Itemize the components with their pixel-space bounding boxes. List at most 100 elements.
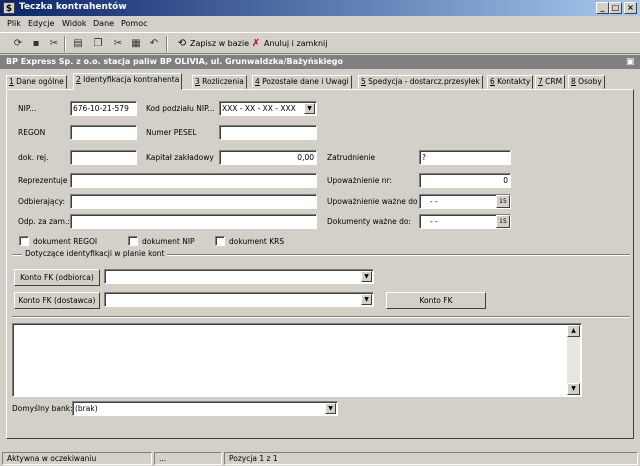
title-bar: $ Teczka kontrahentów _ □ ×	[0, 0, 640, 16]
odbierajacy-field[interactable]	[70, 194, 317, 209]
tab-crm[interactable]: 7 CRM	[535, 75, 566, 89]
status-position: Pozycja 1 z 1	[224, 452, 638, 465]
cut-icon[interactable]: ✂	[110, 36, 126, 51]
toolbar: ⟳ ▪ ✂ ▤ ❐ ✂ ▦ ↶ ⟲ Zapisz w bazie ✗ Anuluj …	[0, 32, 640, 54]
tab-label: Rozliczenia	[202, 77, 244, 86]
dokumenty-wazne-value: - -	[430, 217, 438, 226]
save-icon: ⟲	[177, 38, 187, 49]
status-state: Aktywna w oczekiwaniu	[2, 452, 152, 465]
default-bank-value: (brak)	[75, 404, 98, 413]
paste-icon[interactable]: ▦	[128, 36, 144, 51]
tab-identyfikacja-kontrahenta[interactable]: 2 Identyfikacja kontrahenta	[73, 73, 183, 90]
toolbar-separator	[64, 36, 66, 52]
tab-number: 7	[538, 77, 543, 86]
copy-icon[interactable]: ❐	[90, 36, 106, 51]
status-bar: Aktywna w oczekiwaniu ... Pozycja 1 z 1	[0, 450, 640, 466]
tab-number: 2	[76, 75, 81, 84]
tab-dane-ogolne[interactable]: 1 Dane ogólne	[6, 75, 67, 89]
chevron-down-icon[interactable]: ▼	[361, 271, 372, 282]
save-in-database-label: Zapisz w bazie	[190, 39, 250, 48]
konto-fk-odbiorca-button[interactable]: Konto FK (odbiorca)	[14, 269, 100, 286]
upowaznienie-wazne-value: - -	[430, 197, 438, 206]
cancel-and-close-button[interactable]: ✗ Anuluj i zamknij	[250, 36, 328, 52]
scroll-down-icon[interactable]: ▼	[567, 383, 580, 395]
konto-fk-dostawca-button[interactable]: Konto FK (dostawca)	[14, 292, 100, 309]
close-button[interactable]: ×	[624, 2, 637, 14]
reprezentuje-label: Reprezentuje	[18, 176, 68, 185]
menu-pomoc[interactable]: Pomoc	[121, 19, 148, 28]
tab-number: 1	[9, 77, 14, 86]
group-divider	[12, 316, 630, 318]
dokument-regon-checkbox[interactable]	[19, 236, 29, 246]
kod-podzialu-select[interactable]: XXX - XX - XX - XXX ▼	[219, 101, 317, 116]
regon-field[interactable]	[70, 125, 137, 140]
delete-icon[interactable]: ✂	[46, 36, 62, 51]
chevron-down-icon[interactable]: ▼	[304, 103, 315, 114]
tab-rozliczenia[interactable]: 3 Rozliczenia	[192, 75, 247, 89]
kod-podzialu-label[interactable]: Kod podziału NIP...	[146, 104, 215, 113]
tab-label: CRM	[545, 77, 563, 86]
odp-za-zam-field[interactable]	[70, 214, 317, 229]
reprezentuje-field[interactable]	[70, 173, 317, 188]
contractor-name: BP Express Sp. z o.o. stacja paliw BP OL…	[6, 57, 344, 66]
undo-icon[interactable]: ↶	[146, 36, 162, 51]
chevron-down-icon[interactable]: ▼	[325, 403, 336, 414]
kod-podzialu-value: XXX - XX - XX - XXX	[222, 104, 296, 113]
calendar-icon[interactable]: 15	[496, 215, 510, 228]
dokument-krs-label[interactable]: dokument KRS	[229, 237, 284, 246]
dokumenty-wazne-label: Dokumenty ważne do:	[327, 217, 411, 226]
dokument-regon-label[interactable]: dokument REGOI	[33, 237, 97, 246]
tab-number: 8	[571, 77, 576, 86]
tab-osoby[interactable]: 8 Osoby	[568, 75, 605, 89]
konto-fk-button[interactable]: Konto FK	[386, 292, 486, 309]
properties-icon[interactable]: ▤	[70, 36, 86, 51]
konto-fk-odbiorca-select[interactable]: ▼	[104, 269, 374, 284]
upowaznienie-wazne-date[interactable]: - - 15	[419, 194, 511, 209]
tab-spedycja[interactable]: 5 Spedycja - dostarcz.przesyłek	[358, 75, 483, 89]
nip-label[interactable]: NIP...	[18, 104, 36, 113]
cancel-and-close-label: Anuluj i zamknij	[264, 39, 328, 48]
save-disk-icon[interactable]: ▪	[28, 36, 44, 51]
dokumenty-wazne-date[interactable]: - - 15	[419, 214, 511, 229]
nip-field[interactable]: 676-10-21-579	[70, 101, 137, 116]
minimize-button[interactable]: _	[596, 2, 609, 14]
dok-rej-label: dok. rej.	[18, 153, 49, 162]
calendar-icon[interactable]: 15	[496, 195, 510, 208]
kapital-field[interactable]: 0,00	[219, 150, 317, 165]
konto-fk-dostawca-select[interactable]: ▼	[104, 292, 374, 307]
dok-rej-field[interactable]	[70, 150, 137, 165]
scroll-up-icon[interactable]: ▲	[567, 325, 580, 337]
tab-kontakty[interactable]: 6 Kontakty	[487, 75, 534, 89]
menu-edycje[interactable]: Edycje	[28, 19, 54, 28]
notes-memo[interactable]: ▲ ▼	[12, 323, 582, 397]
zatrudnienie-field[interactable]: ?	[419, 150, 511, 165]
default-bank-label: Domyślny bank:	[12, 404, 73, 413]
tab-number: 6	[490, 77, 495, 86]
odp-za-zam-label: Odp. za zam.:	[18, 217, 70, 226]
menu-plik[interactable]: Plik	[7, 19, 21, 28]
refresh-icon[interactable]: ⟳	[10, 36, 26, 51]
menu-dane[interactable]: Dane	[93, 19, 114, 28]
zatrudnienie-label: Zatrudnienie	[327, 153, 376, 162]
window-title: Teczka kontrahentów	[19, 2, 127, 12]
vertical-scrollbar[interactable]: ▲ ▼	[567, 325, 580, 395]
info-icon[interactable]: ▣	[626, 57, 636, 67]
chevron-down-icon[interactable]: ▼	[361, 294, 372, 305]
kapital-label: Kapitał zakładowy	[146, 153, 214, 162]
contractor-header: BP Express Sp. z o.o. stacja paliw BP OL…	[0, 55, 640, 69]
tab-label: Dane ogólne	[16, 77, 64, 86]
tab-number: 5	[361, 77, 366, 86]
upowaznienie-nr-label: Upoważnienie nr:	[327, 176, 393, 185]
tab-label: Spedycja - dostarcz.przesyłek	[368, 77, 480, 86]
menu-widok[interactable]: Widok	[62, 19, 87, 28]
save-in-database-button[interactable]: ⟲ Zapisz w bazie	[176, 36, 249, 52]
upowaznienie-nr-field[interactable]: 0	[419, 173, 511, 188]
tab-pozostale-dane[interactable]: 4 Pozostałe dane i Uwagi	[252, 75, 352, 89]
dokument-krs-checkbox[interactable]	[215, 236, 225, 246]
maximize-button[interactable]: □	[609, 2, 622, 14]
pesel-field[interactable]	[219, 125, 317, 140]
dokument-nip-checkbox[interactable]	[128, 236, 138, 246]
status-mid: ...	[154, 452, 222, 465]
dokument-nip-label[interactable]: dokument NIP	[142, 237, 195, 246]
default-bank-select[interactable]: (brak) ▼	[72, 401, 338, 416]
